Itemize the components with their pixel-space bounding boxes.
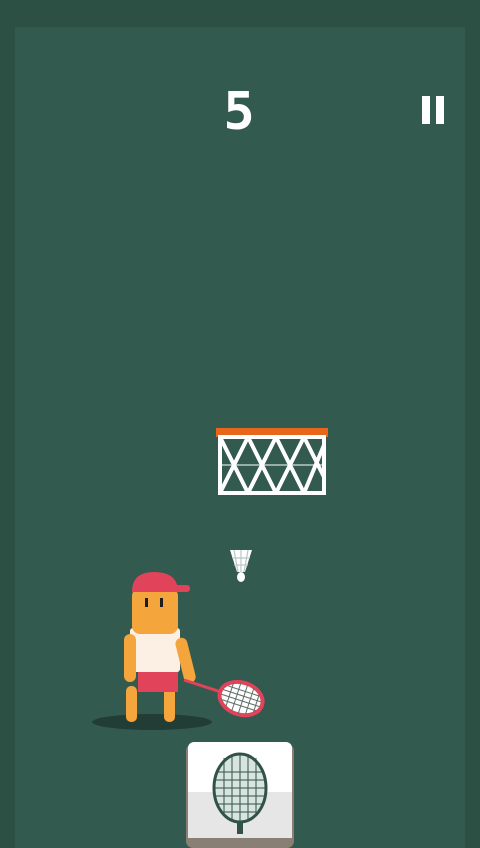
basketball-hoop	[216, 428, 328, 495]
pause-icon	[422, 96, 430, 124]
score-counter: 5	[223, 82, 257, 142]
pause-button[interactable]	[418, 94, 450, 126]
swing-button[interactable]	[186, 742, 294, 848]
badminton-player	[92, 572, 265, 730]
player-shadow	[92, 714, 212, 730]
